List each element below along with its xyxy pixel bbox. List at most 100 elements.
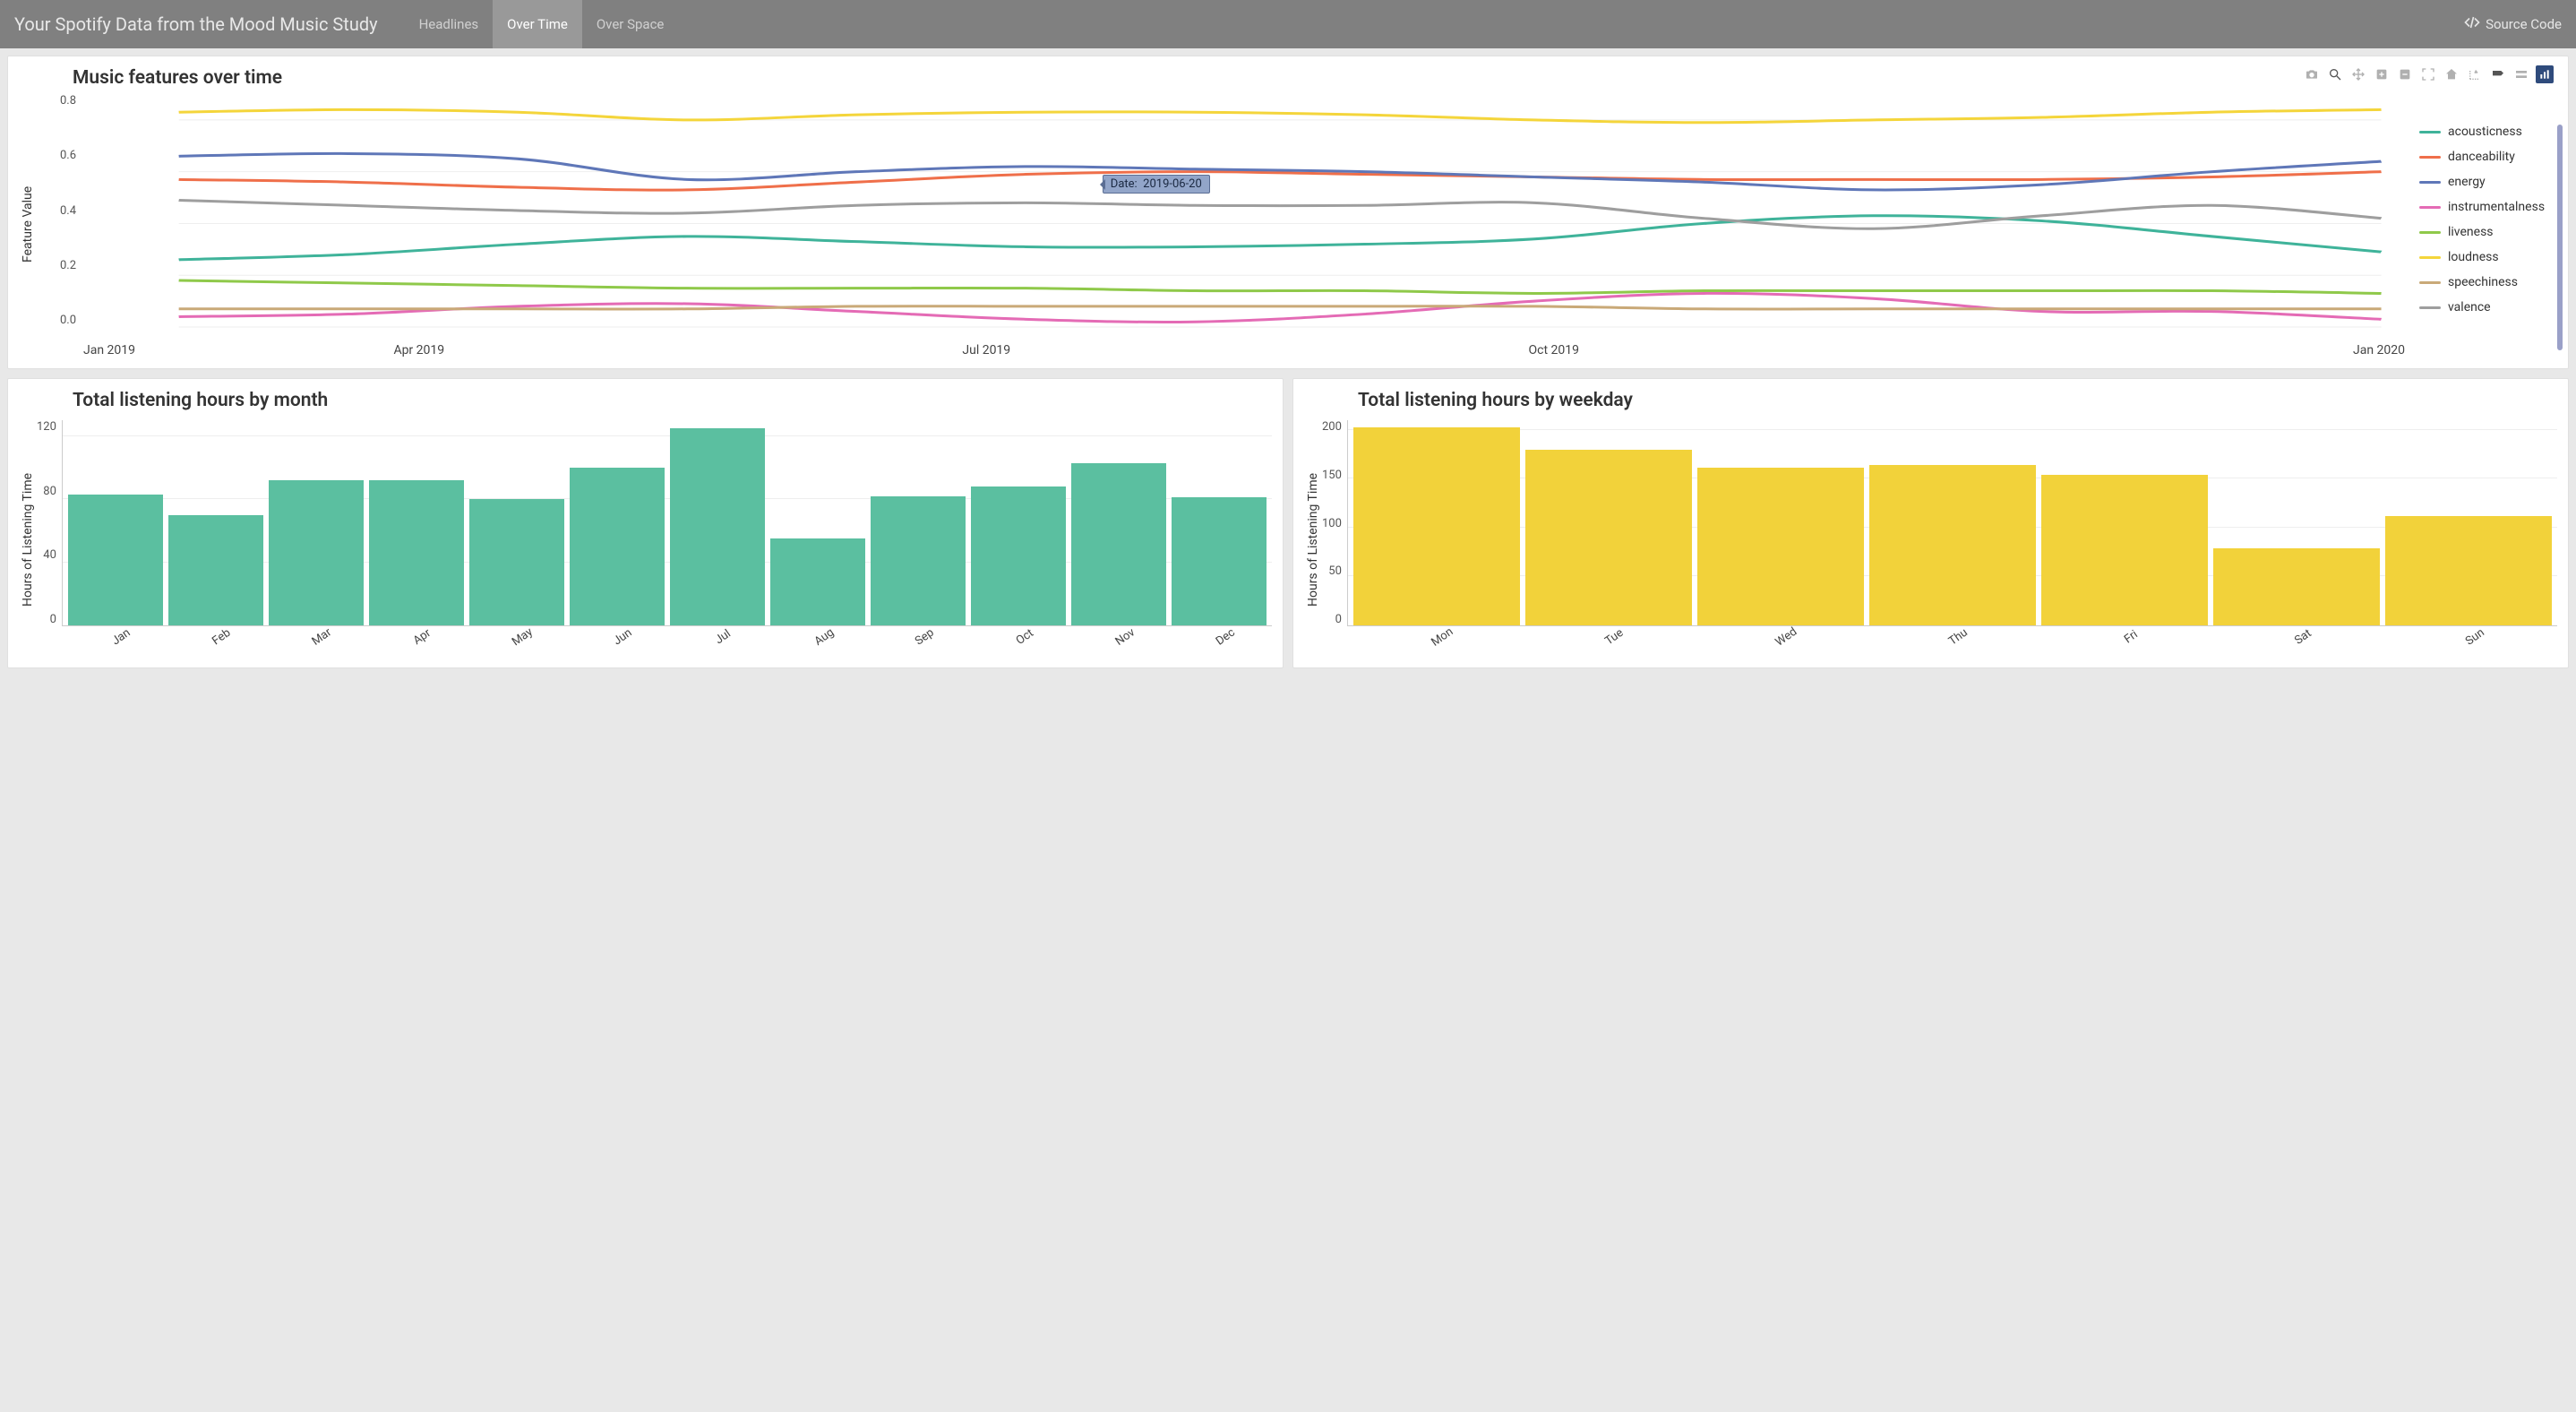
legend-item-valence[interactable]: valence [2419, 300, 2557, 314]
bar-oct[interactable] [971, 486, 1066, 625]
legend-swatch-icon [2419, 206, 2441, 209]
legend-swatch-icon [2419, 256, 2441, 259]
bar-jan[interactable] [68, 495, 163, 625]
legend-label: liveness [2448, 225, 2494, 239]
code-icon [2464, 14, 2480, 34]
ytick: 50 [1328, 564, 1342, 578]
tab-over-space[interactable]: Over Space [582, 0, 679, 48]
legend-swatch-icon [2419, 181, 2441, 184]
legend-item-energy[interactable]: energy [2419, 175, 2557, 189]
page-body: Music features over time Feature Value 0… [0, 48, 2576, 676]
line-chart-plot[interactable] [37, 89, 2405, 340]
legend-item-instrumentalness[interactable]: instrumentalness [2419, 200, 2557, 214]
zoom-icon[interactable] [2326, 65, 2344, 83]
legend-item-loudness[interactable]: loudness [2419, 250, 2557, 264]
bar-fri[interactable] [2041, 475, 2208, 625]
xtick: Oct 2019 [1270, 343, 1838, 357]
bar-jun[interactable] [570, 468, 665, 625]
bar-dec[interactable] [1172, 497, 1267, 625]
bar-sun[interactable] [2385, 516, 2552, 625]
app-title: Your Spotify Data from the Mood Music St… [14, 13, 378, 35]
weekday-chart-yaxis: 0 50 100 150 200 [1322, 420, 1347, 626]
camera-icon[interactable] [2303, 65, 2321, 83]
month-chart-title: Total listening hours by month [19, 386, 1272, 411]
ytick: 40 [43, 548, 56, 562]
legend-label: loudness [2448, 250, 2499, 264]
weekday-chart-plot[interactable] [1347, 420, 2557, 626]
ytick: 80 [43, 485, 56, 498]
weekday-chart-ylabel: Hours of Listening Time [1304, 420, 1322, 659]
line-chart-legend: acousticness danceability energy instrument… [2405, 89, 2557, 359]
reset-axes-icon[interactable] [2443, 65, 2460, 83]
ytick: 200 [1322, 420, 1342, 434]
xtick: Jul 2019 [703, 343, 1271, 357]
weekday-chart-xaxis: MonTueWedThuFriSatSun [1352, 626, 2557, 659]
line-chart-title: Music features over time [19, 64, 2557, 89]
autoscale-icon[interactable] [2419, 65, 2437, 83]
legend-label: speechiness [2448, 275, 2518, 289]
ytick: 120 [37, 420, 56, 434]
features-over-time-card: Music features over time Feature Value 0… [7, 56, 2569, 369]
bar-aug[interactable] [770, 538, 865, 625]
bar-thu[interactable] [1869, 465, 2036, 625]
legend-swatch-icon [2419, 131, 2441, 133]
hover-tooltip: Date: 2019-06-20 [1103, 175, 1210, 194]
legend-label: valence [2448, 300, 2491, 314]
hover-closest-icon[interactable] [2489, 65, 2507, 83]
legend-label: instrumentalness [2448, 200, 2545, 214]
line-chart-ylabel: Feature Value [19, 89, 37, 359]
zoom-out-icon[interactable] [2396, 65, 2414, 83]
spike-lines-icon[interactable] [2466, 65, 2484, 83]
legend-label: energy [2448, 175, 2486, 189]
month-chart-plot[interactable] [62, 420, 1272, 626]
tab-over-time[interactable]: Over Time [493, 0, 582, 48]
bar-mon[interactable] [1353, 427, 1520, 625]
zoom-in-icon[interactable] [2373, 65, 2391, 83]
xtick: Jan 2019 [83, 343, 135, 357]
bar-feb[interactable] [168, 515, 263, 625]
source-code-label: Source Code [2486, 16, 2562, 32]
xtick: Apr 2019 [135, 343, 703, 357]
bar-mar[interactable] [269, 480, 364, 625]
hours-by-weekday-card: Total listening hours by weekday Hours o… [1292, 378, 2569, 668]
month-chart-xaxis: JanFebMarAprMayJunJulAugSepOctNovDec [67, 626, 1272, 659]
bar-sat[interactable] [2213, 548, 2380, 625]
ytick: 0 [50, 613, 56, 626]
bar-wed[interactable] [1697, 468, 1864, 625]
legend-swatch-icon [2419, 306, 2441, 309]
legend-scrollbar[interactable] [2557, 125, 2563, 350]
legend-swatch-icon [2419, 156, 2441, 159]
ytick: 150 [1322, 469, 1342, 482]
bar-nov[interactable] [1071, 463, 1166, 625]
bar-tue[interactable] [1525, 450, 1692, 625]
month-chart-yaxis: 0 40 80 120 [37, 420, 62, 626]
legend-label: danceability [2448, 150, 2515, 164]
legend-item-speechiness[interactable]: speechiness [2419, 275, 2557, 289]
bar-may[interactable] [469, 499, 564, 625]
xtick: Jan 2020 [1838, 343, 2406, 357]
legend-swatch-icon [2419, 281, 2441, 284]
ytick: 0 [1335, 613, 1342, 626]
bar-sep[interactable] [871, 496, 966, 625]
weekday-chart-title: Total listening hours by weekday [1304, 386, 2557, 411]
legend-label: acousticness [2448, 125, 2522, 139]
tooltip-label: Date: [1111, 177, 1138, 191]
hover-compare-icon[interactable] [2512, 65, 2530, 83]
legend-item-liveness[interactable]: liveness [2419, 225, 2557, 239]
plotly-modebar [2303, 65, 2554, 83]
nav-tabs: Headlines Over Time Over Space [405, 0, 679, 48]
source-code-link[interactable]: Source Code [2464, 14, 2562, 34]
legend-swatch-icon [2419, 231, 2441, 234]
ytick: 100 [1322, 517, 1342, 530]
tab-headlines[interactable]: Headlines [405, 0, 494, 48]
legend-item-acousticness[interactable]: acousticness [2419, 125, 2557, 139]
bar-apr[interactable] [369, 480, 464, 625]
bar-jul[interactable] [670, 428, 765, 625]
plotly-logo-icon[interactable] [2536, 65, 2554, 83]
navbar: Your Spotify Data from the Mood Music St… [0, 0, 2576, 48]
legend-item-danceability[interactable]: danceability [2419, 150, 2557, 164]
hours-by-month-card: Total listening hours by month Hours of … [7, 378, 1284, 668]
pan-icon[interactable] [2349, 65, 2367, 83]
line-chart-xaxis: Jan 2019 Apr 2019 Jul 2019 Oct 2019 Jan … [83, 340, 2405, 359]
tooltip-value: 2019-06-20 [1143, 177, 1202, 191]
